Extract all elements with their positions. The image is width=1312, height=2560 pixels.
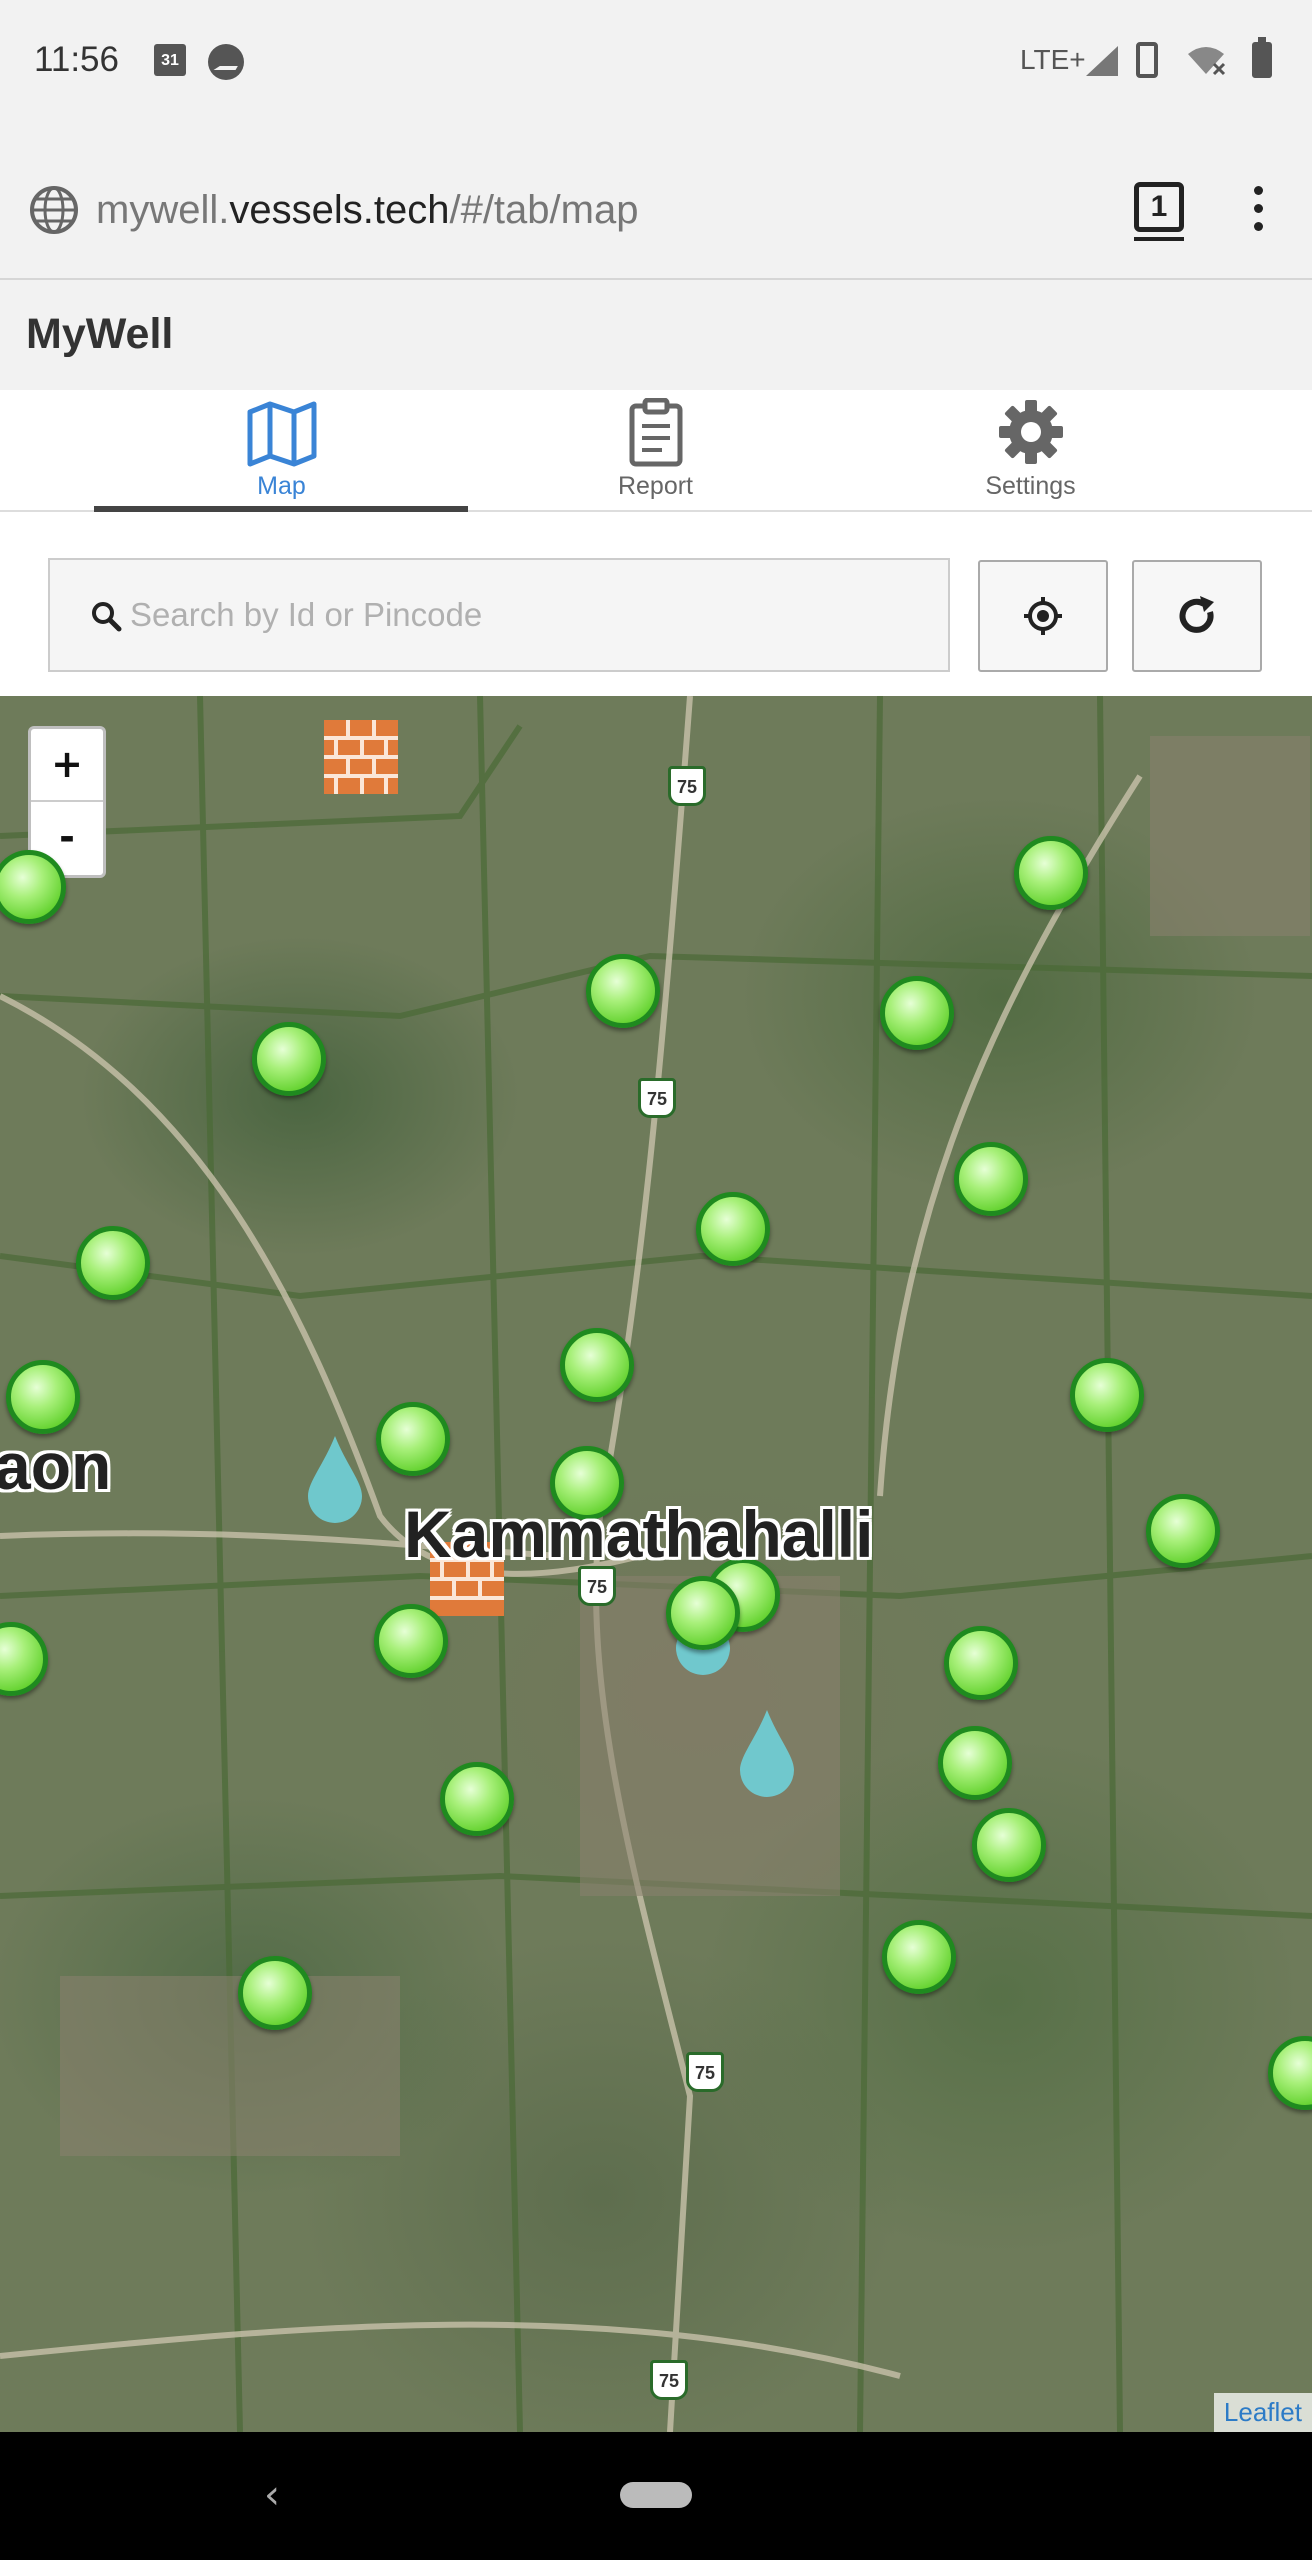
url-prefix: mywell. xyxy=(96,188,230,232)
tab-label: Settings xyxy=(985,472,1076,500)
system-nav-bar: ‹ xyxy=(0,2432,1312,2560)
app-header: MyWell xyxy=(0,280,1312,390)
tab-label: Map xyxy=(257,472,306,500)
more-options-icon[interactable] xyxy=(1248,186,1268,234)
globe-icon xyxy=(30,186,78,234)
network-type: LTE+ xyxy=(1020,44,1086,75)
wifi-off-icon xyxy=(1188,47,1226,76)
tab-report[interactable]: Report xyxy=(468,390,843,512)
tab-map[interactable]: Map xyxy=(94,390,469,512)
status-bar: 11:56 31 LTE+ xyxy=(0,0,1312,118)
tab-bar: Map Report Settings xyxy=(0,390,1312,512)
well-marker[interactable] xyxy=(666,1576,740,1650)
well-marker[interactable] xyxy=(696,1192,770,1266)
zoom-in-button[interactable]: + xyxy=(31,729,103,802)
tab-switcher-button[interactable]: 1 xyxy=(1134,182,1184,241)
well-marker[interactable] xyxy=(440,1762,514,1836)
back-icon[interactable]: ‹ xyxy=(264,2472,280,2518)
messenger-icon xyxy=(208,44,244,80)
well-marker[interactable] xyxy=(1014,836,1088,910)
search-row xyxy=(0,512,1312,696)
well-marker[interactable] xyxy=(1146,1494,1220,1568)
well-marker[interactable] xyxy=(374,1604,448,1678)
clipboard-icon xyxy=(629,398,682,467)
search-box xyxy=(48,558,950,672)
map-view[interactable]: + - 75 75 75 75 75 Kammathahalli aon Lea… xyxy=(0,696,1312,2432)
road-shield: 75 xyxy=(668,766,706,806)
home-handle[interactable] xyxy=(620,2482,692,2508)
water-drop-icon[interactable] xyxy=(736,1708,798,1798)
refresh-icon xyxy=(1179,596,1214,633)
battery-icon xyxy=(1252,37,1272,78)
well-marker[interactable] xyxy=(252,1022,326,1096)
water-drop-icon[interactable] xyxy=(304,1434,366,1524)
well-marker[interactable] xyxy=(944,1626,1018,1700)
crosshair-icon xyxy=(1024,597,1062,635)
well-marker[interactable] xyxy=(76,1226,150,1300)
url-path: /#/tab/map xyxy=(449,188,639,232)
well-marker[interactable] xyxy=(560,1328,634,1402)
well-marker[interactable] xyxy=(938,1726,1012,1800)
brick-well-icon[interactable] xyxy=(322,718,400,796)
signal-icon xyxy=(1086,46,1118,76)
well-marker[interactable] xyxy=(882,1920,956,1994)
refresh-button[interactable] xyxy=(1132,560,1262,672)
tab-label: Report xyxy=(617,472,694,500)
map-icon xyxy=(247,401,316,467)
locate-button[interactable] xyxy=(978,560,1108,672)
well-marker[interactable] xyxy=(238,1956,312,2030)
browser-url-bar: mywell.vessels.tech/#/tab/map 1 xyxy=(0,160,1312,278)
tab-settings[interactable]: Settings xyxy=(843,390,1218,512)
gear-icon xyxy=(998,400,1063,464)
url-domain: vessels.tech xyxy=(229,188,450,232)
status-time: 11:56 xyxy=(34,40,119,79)
place-label: Kammathahalli xyxy=(404,1497,874,1571)
well-marker[interactable] xyxy=(972,1808,1046,1882)
well-marker[interactable] xyxy=(880,976,954,1050)
well-marker[interactable] xyxy=(1070,1358,1144,1432)
search-input[interactable] xyxy=(130,580,910,650)
page-title: MyWell xyxy=(26,310,174,358)
url-field[interactable]: mywell.vessels.tech/#/tab/map xyxy=(96,188,638,233)
vibrate-icon xyxy=(1136,42,1158,78)
road-shield: 75 xyxy=(686,2052,724,2092)
road-shield: 75 xyxy=(578,1566,616,1606)
calendar-icon: 31 xyxy=(154,44,186,76)
well-marker[interactable] xyxy=(954,1142,1028,1216)
well-marker[interactable] xyxy=(6,1360,80,1434)
road-shield: 75 xyxy=(650,2360,688,2400)
well-marker[interactable] xyxy=(586,954,660,1028)
map-attribution-link[interactable]: Leaflet xyxy=(1213,2393,1312,2432)
place-label: aon xyxy=(0,1429,112,1503)
well-marker[interactable] xyxy=(376,1402,450,1476)
road-shield: 75 xyxy=(638,1078,676,1118)
search-icon xyxy=(92,602,122,632)
